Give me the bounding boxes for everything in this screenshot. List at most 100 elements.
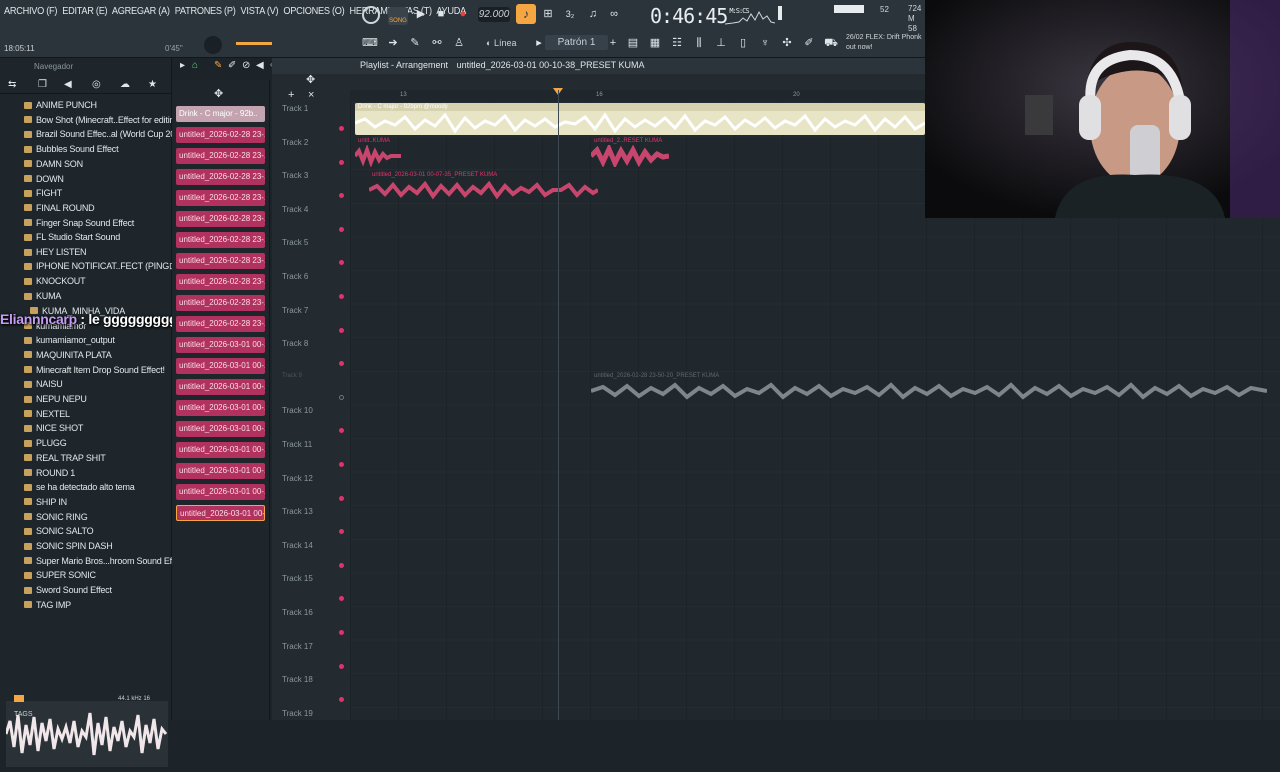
audio-clip-track9[interactable]: untitled_2026-02-28 23-50-20_PRESET KUMA xyxy=(591,372,1267,402)
browser-item[interactable]: ROUND 1 xyxy=(24,466,75,480)
pattern-prev-icon[interactable]: ▸ xyxy=(532,36,546,50)
move-view-icon[interactable]: ✥ xyxy=(306,73,315,86)
browser-item[interactable]: Super Mario Bros...hroom Sound Effect xyxy=(24,554,186,568)
menu-editar[interactable]: EDITAR (E) xyxy=(62,6,107,17)
cart-icon[interactable]: ⛟ xyxy=(824,36,838,50)
tags-label[interactable]: TAGS xyxy=(14,711,33,718)
back-icon[interactable]: ◀ xyxy=(64,79,72,90)
cloud-icon[interactable]: ☁ xyxy=(120,79,130,90)
browser-item[interactable]: FL Studio Start Sound xyxy=(24,230,120,244)
channel-rack-icon[interactable]: ☷ xyxy=(670,36,684,50)
record-icon[interactable]: ● xyxy=(456,7,470,21)
browser-item[interactable]: HEY LISTEN xyxy=(24,245,87,259)
snap-selector[interactable]: ◐ Línea xyxy=(486,38,516,48)
close-panel-icon[interactable]: × xyxy=(308,89,314,101)
tempo-display[interactable]: 92.000 xyxy=(478,7,510,22)
browser-item[interactable]: Finger Snap Sound Effect xyxy=(24,216,134,230)
track-label[interactable]: Track 1 xyxy=(282,104,342,113)
track-label[interactable]: Track 16 xyxy=(282,608,342,617)
browser-item[interactable]: Brazil Sound Effec..al (World Cup 2002) xyxy=(24,127,188,141)
picker-clip[interactable]: Drink - C major - 92b.. xyxy=(176,106,265,122)
audio-clip-drink[interactable]: Drink - C major - 92bpm @moody xyxy=(355,103,925,135)
master-volume-bar[interactable] xyxy=(778,6,782,20)
browser-item[interactable]: SUPER SONIC xyxy=(24,568,96,582)
track-mute-indicator[interactable] xyxy=(339,630,344,635)
browser-tree-icon[interactable]: ⊥ xyxy=(714,36,728,50)
target-icon[interactable]: ◎ xyxy=(92,79,101,90)
track-label[interactable]: Track 12 xyxy=(282,474,342,483)
browser-item[interactable]: FIGHT xyxy=(24,186,62,200)
star-icon[interactable]: ★ xyxy=(148,79,157,90)
picker-clip[interactable]: untitled_2026-02-28 23-.. xyxy=(176,295,265,311)
wait-input-icon[interactable]: ⊞ xyxy=(541,7,555,21)
track-label[interactable]: Track 14 xyxy=(282,541,342,550)
browser-item[interactable]: NEPU NEPU xyxy=(24,392,87,406)
browser-item[interactable]: Minecraft Item Drop Sound Effect! xyxy=(24,363,165,377)
arrow-right-icon[interactable]: ➔ xyxy=(386,36,400,50)
track-label[interactable]: Track 8 xyxy=(282,339,342,348)
track-label[interactable]: Track 18 xyxy=(282,675,342,684)
paint-tool-icon[interactable]: ✐ xyxy=(228,60,236,71)
link-icon[interactable]: ⚯ xyxy=(430,36,444,50)
browser-item[interactable]: SONIC SALTO xyxy=(24,524,94,538)
copy-icon[interactable]: ❐ xyxy=(38,79,47,90)
picker-clip[interactable]: untitled_2026-02-28 23-.. xyxy=(176,211,265,227)
audio-clip-kuma-2[interactable]: untitled_2..RESET KUMA xyxy=(591,137,669,167)
browser-item[interactable]: REAL TRAP SHIT xyxy=(24,451,106,465)
master-volume-slider[interactable] xyxy=(236,42,272,45)
track-label[interactable]: Track 15 xyxy=(282,574,342,583)
browser-item[interactable]: PLUGG xyxy=(24,436,67,450)
mute-tool-icon[interactable]: ◀ xyxy=(256,60,264,71)
browser-item[interactable]: se ha detectado alto tema xyxy=(24,480,135,494)
mixer-icon[interactable]: ⫼ xyxy=(692,36,706,50)
track-label[interactable]: Track 13 xyxy=(282,507,342,516)
brush-icon[interactable]: ✐ xyxy=(802,36,816,50)
menu-archivo[interactable]: ARCHIVO (F) xyxy=(4,6,57,17)
play-arrow-icon[interactable]: ▸ xyxy=(180,60,185,71)
browser-item[interactable]: Bow Shot (Minecraft..Effect for editing xyxy=(24,113,179,127)
picker-clip[interactable]: untitled_2026-02-28 23-.. xyxy=(176,190,265,206)
browser-item[interactable]: Bubbles Sound Effect xyxy=(24,142,119,156)
track-mute-indicator[interactable] xyxy=(339,562,344,568)
stamp-icon[interactable]: ♙ xyxy=(452,36,466,50)
browser-item[interactable]: SHIP IN xyxy=(24,495,67,509)
browser-item[interactable]: DAMN SON xyxy=(24,157,83,171)
audio-clip-preset-kuma[interactable]: untitled_2026-03-01 00-07-35_PRESET KUMA xyxy=(369,171,598,201)
track-mute-indicator[interactable] xyxy=(339,663,344,669)
browser-item[interactable]: NAISU xyxy=(24,377,63,391)
browser-item[interactable]: NEXTEL xyxy=(24,407,70,421)
file-icon[interactable]: ▯ xyxy=(736,36,750,50)
browser-item[interactable]: SONIC RING xyxy=(24,510,88,524)
browser-item[interactable]: ANIME PUNCH xyxy=(24,98,97,112)
track-mute-indicator[interactable] xyxy=(339,462,344,467)
add-pattern-icon[interactable]: + xyxy=(606,36,620,50)
track-label[interactable]: Track 19 xyxy=(282,709,342,718)
picker-clip[interactable]: untitled_2026-03-01 00-.. xyxy=(176,505,265,521)
picker-clip[interactable]: untitled_2026-02-28 23-.. xyxy=(176,316,265,332)
keyboard-icon[interactable]: ⌨ xyxy=(362,36,378,50)
track-label[interactable]: Track 5 xyxy=(282,238,342,247)
picker-clip[interactable]: untitled_2026-03-01 00-.. xyxy=(176,421,265,437)
delete-tool-icon[interactable]: ⊘ xyxy=(242,60,250,71)
menu-agregar[interactable]: AGREGAR (A) xyxy=(112,6,170,17)
picker-clip[interactable]: untitled_2026-02-28 23-.. xyxy=(176,274,265,290)
plugin-icon[interactable]: ♆ xyxy=(758,36,772,50)
news-hint[interactable]: 26/02 FLEX: Drift Phonk out now! xyxy=(846,33,926,53)
playlist-window-icon[interactable]: ▤ xyxy=(626,36,640,50)
picker-clip[interactable]: untitled_2026-03-01 00-.. xyxy=(176,463,265,479)
picker-clip[interactable]: untitled_2026-02-28 23-.. xyxy=(176,148,265,164)
browser-menu-icon[interactable]: ⇆ xyxy=(8,79,16,90)
browser-item[interactable]: Sword Sound Effect xyxy=(24,583,112,597)
picker-clip[interactable]: untitled_2026-03-01 00-.. xyxy=(176,337,265,353)
move-icon[interactable]: ✥ xyxy=(214,87,223,100)
master-pitch-knob[interactable] xyxy=(204,36,222,54)
browser-item[interactable]: DOWN xyxy=(24,172,64,186)
add-track-icon[interactable]: + xyxy=(288,89,294,101)
track-mute-indicator[interactable] xyxy=(339,126,344,131)
plugin-picker-icon[interactable]: ✣ xyxy=(780,36,794,50)
pencil-icon[interactable]: ✎ xyxy=(408,36,422,50)
picker-clip[interactable]: untitled_2026-02-28 23-.. xyxy=(176,253,265,269)
loop-record-icon[interactable]: ∞ xyxy=(607,7,621,21)
metronome-icon[interactable]: ♪ xyxy=(516,4,536,24)
draw-tool-icon[interactable]: ✎ xyxy=(214,60,222,71)
